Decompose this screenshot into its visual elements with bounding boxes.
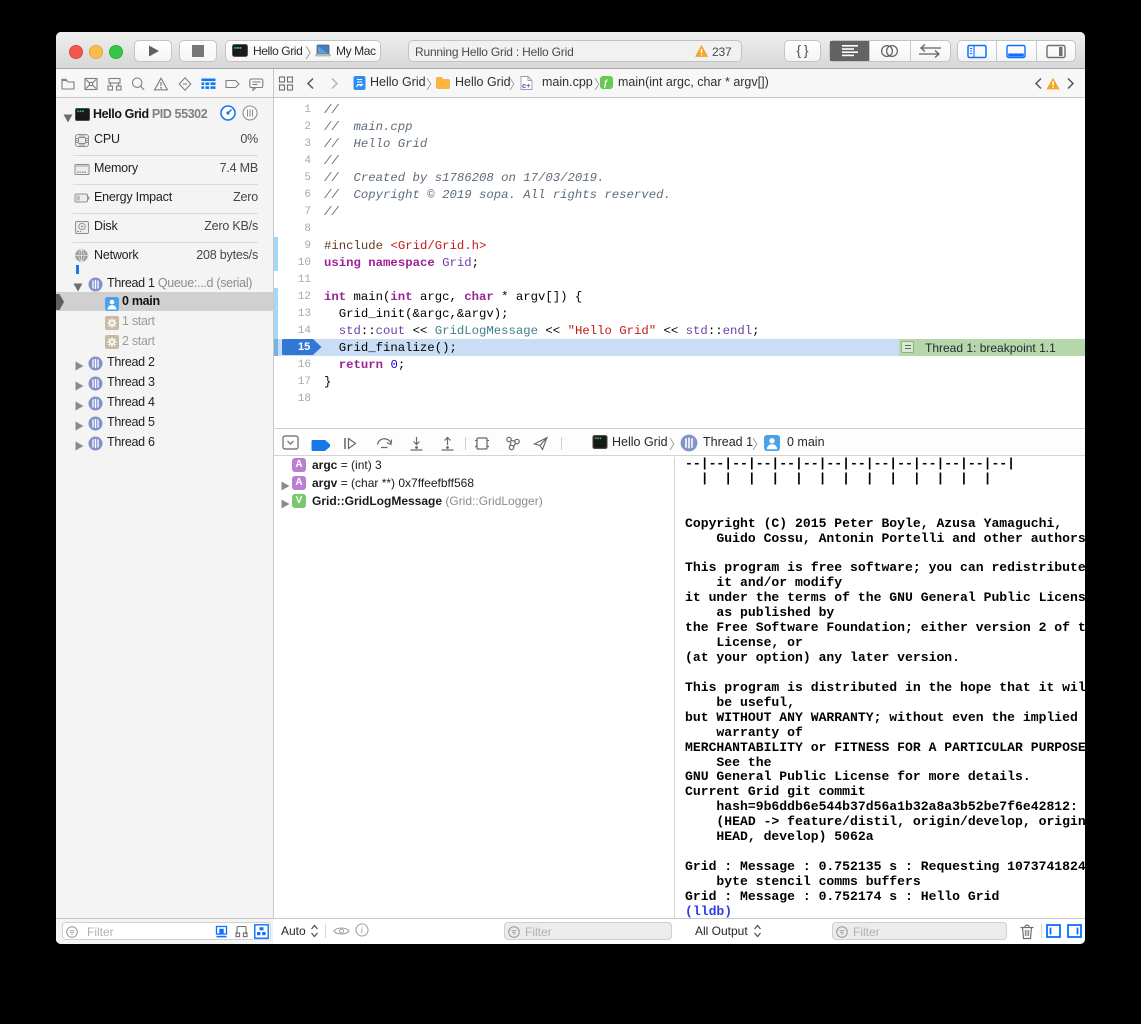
svg-text:c+: c+ xyxy=(522,81,531,90)
svg-text:i: i xyxy=(361,925,364,935)
